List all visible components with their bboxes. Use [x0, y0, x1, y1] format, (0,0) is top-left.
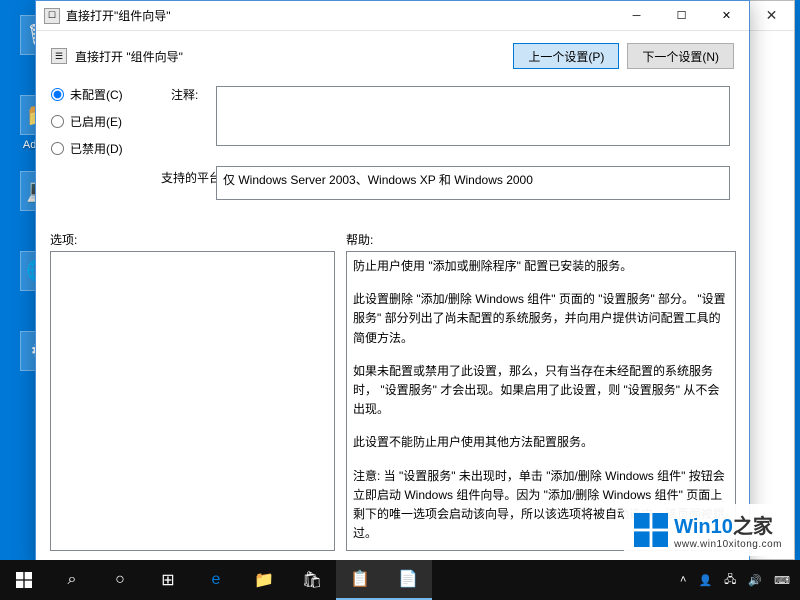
- taskview-button[interactable]: ⊞: [144, 560, 192, 600]
- watermark-brand: Win10: [674, 516, 733, 538]
- edge-icon: e: [212, 571, 221, 589]
- volume-icon[interactable]: 🔊: [742, 574, 768, 587]
- radio-disabled-input[interactable]: [51, 142, 64, 155]
- notepad-app[interactable]: 📄: [384, 560, 432, 600]
- options-panel: [50, 251, 335, 551]
- windows-start-icon: [16, 572, 32, 588]
- platform-value: 仅 Windows Server 2003、Windows XP 和 Windo…: [223, 173, 533, 187]
- platform-display: 仅 Windows Server 2003、Windows XP 和 Windo…: [216, 166, 730, 200]
- store-icon: 🛍: [302, 570, 322, 590]
- edge-app[interactable]: e: [192, 560, 240, 600]
- titlebar[interactable]: ☐ 直接打开"组件向导" ─ ☐ ✕: [36, 1, 749, 31]
- watermark-sub: 之家: [733, 516, 773, 538]
- radio-enabled-input[interactable]: [51, 115, 64, 128]
- window-title: 直接打开"组件向导": [66, 7, 614, 24]
- help-paragraph: 此设置不能防止用户使用其他方法配置服务。: [353, 433, 729, 452]
- help-paragraph: 此设置删除 "添加/删除 Windows 组件" 页面的 "设置服务" 部分。 …: [353, 290, 729, 348]
- taskbar[interactable]: ⌕ ○ ⊞ e 📁 🛍 📋 📄 ˄ 👤 🖧 🔊 ⌨: [0, 560, 800, 600]
- prev-setting-button[interactable]: 上一个设置(P): [513, 43, 619, 69]
- gpedit-icon: 📋: [350, 569, 370, 589]
- windows-logo-icon: [634, 513, 668, 547]
- taskview-icon: ⊞: [161, 570, 174, 590]
- network-tray-icon[interactable]: 🖧: [718, 571, 742, 590]
- radio-label: 已启用(E): [70, 113, 122, 130]
- platform-label: 支持的平台:: [161, 169, 224, 186]
- tray-overflow-icon[interactable]: ˄: [674, 574, 692, 586]
- cortana-button[interactable]: ○: [96, 560, 144, 600]
- cortana-icon: ○: [115, 571, 125, 589]
- next-setting-button[interactable]: 下一个设置(N): [627, 43, 734, 69]
- maximize-button[interactable]: ☐: [659, 1, 704, 30]
- document-icon: ☰: [51, 48, 67, 64]
- folder-icon: 📁: [254, 570, 274, 590]
- window-controls: ─ ☐ ✕: [614, 1, 749, 30]
- radio-disabled[interactable]: 已禁用(D): [51, 140, 123, 157]
- watermark-text: Win10之家 www.win10xitong.com: [674, 510, 782, 550]
- app-icon: ☐: [44, 8, 60, 24]
- help-paragraph: 如果未配置或禁用了此设置，那么，只有当存在未经配置的系统服务时， "设置服务" …: [353, 362, 729, 420]
- search-button[interactable]: ⌕: [48, 560, 96, 600]
- store-app[interactable]: 🛍: [288, 560, 336, 600]
- notepad-icon: 📄: [398, 569, 418, 589]
- radio-section: 未配置(C) 已启用(E) 已禁用(D): [51, 86, 123, 167]
- comment-label: 注释:: [171, 86, 198, 103]
- radio-enabled[interactable]: 已启用(E): [51, 113, 123, 130]
- help-label: 帮助:: [346, 231, 373, 248]
- policy-dialog: ☐ 直接打开"组件向导" ─ ☐ ✕ ☰ 直接打开 "组件向导" 上一个设置(P…: [35, 0, 750, 565]
- watermark: Win10之家 www.win10xitong.com: [624, 504, 792, 556]
- help-paragraph: 防止用户使用 "添加或删除程序" 配置已安装的服务。: [353, 257, 729, 276]
- options-label: 选项:: [50, 231, 77, 248]
- radio-label: 已禁用(D): [70, 140, 123, 157]
- explorer-app[interactable]: 📁: [240, 560, 288, 600]
- system-tray[interactable]: ˄ 👤 🖧 🔊 ⌨: [674, 571, 800, 590]
- radio-not-configured-input[interactable]: [51, 88, 64, 101]
- bg-close-button[interactable]: ✕: [749, 1, 794, 31]
- header-row: ☰ 直接打开 "组件向导" 上一个设置(P) 下一个设置(N): [36, 31, 749, 79]
- ime-icon[interactable]: ⌨: [768, 574, 796, 587]
- close-button[interactable]: ✕: [704, 1, 749, 30]
- radio-not-configured[interactable]: 未配置(C): [51, 86, 123, 103]
- gpedit-app[interactable]: 📋: [336, 560, 384, 600]
- header-title: 直接打开 "组件向导": [75, 48, 505, 65]
- comment-input[interactable]: [216, 86, 730, 146]
- watermark-url: www.win10xitong.com: [674, 539, 782, 550]
- people-icon[interactable]: 👤: [692, 574, 718, 587]
- radio-label: 未配置(C): [70, 86, 123, 103]
- start-button[interactable]: [0, 560, 48, 600]
- search-icon: ⌕: [68, 571, 77, 589]
- minimize-button[interactable]: ─: [614, 1, 659, 30]
